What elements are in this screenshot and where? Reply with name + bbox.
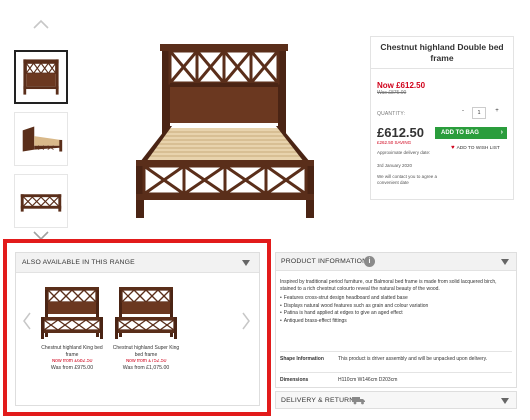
thumbnail-end-view[interactable]	[14, 174, 68, 228]
range-header[interactable]: ALSO AVAILABLE IN THIS RANGE	[16, 253, 259, 273]
thumbnail-side-view[interactable]	[14, 112, 68, 166]
add-to-bag-button[interactable]: ADD TO BAG ›	[435, 127, 507, 139]
truck-icon	[352, 396, 366, 405]
approx-delivery-label: Approximate delivery date:	[377, 150, 431, 155]
range-product-image[interactable]	[113, 285, 179, 341]
product-title: Chestnut highland Double bed frame	[380, 42, 504, 63]
contact-note: We will contact you to agree a convenien…	[377, 174, 437, 185]
delivery-date: 3rd January 2020	[377, 163, 413, 168]
product-information-header[interactable]: PRODUCT INFORMATION i	[276, 253, 516, 271]
range-product-name[interactable]: Chestnut highland King bed frame	[34, 345, 110, 358]
feature-item: Features cross-strut design headboard an…	[280, 295, 512, 303]
delivery-returns-title: DELIVERY & RETURNS	[281, 397, 360, 404]
range-product-was-price: Was from £1,075.00	[122, 365, 170, 371]
add-to-wish-list-link[interactable]: ♥ ADD TO WISH LIST	[451, 145, 500, 151]
feature-item: Patina is hand applied at edges to give …	[280, 310, 512, 318]
quantity-label: QUANTITY:	[377, 111, 406, 117]
spec-row: Shape Information This product is driver…	[280, 351, 512, 371]
saving-amount: £262.50 SAVING	[377, 140, 412, 145]
purchase-panel-header: Chestnut highland Double bed frame	[371, 37, 513, 69]
heart-icon: ♥	[451, 145, 455, 151]
chevron-down-icon[interactable]	[500, 258, 510, 266]
range-product-was-price: Was from £975.00	[50, 365, 94, 371]
feature-item: Antiqued brass-effect fittings	[280, 318, 512, 326]
range-panel: ALSO AVAILABLE IN THIS RANGE Chestnut hi…	[15, 252, 260, 406]
spec-label: Shape Information	[280, 356, 324, 362]
range-product-image[interactable]	[39, 285, 105, 341]
range-product-now-price: Now from £682.50	[51, 359, 93, 364]
thumbnail-up-chevron-icon[interactable]	[32, 18, 50, 36]
quantity-stepper: - 1 +	[457, 107, 507, 119]
quantity-decrease-button[interactable]: -	[459, 108, 467, 114]
chevron-right-icon: ›	[500, 129, 503, 136]
quantity-input[interactable]: 1	[472, 107, 486, 119]
spec-value: H110cm W146cm D203cm	[338, 377, 398, 383]
chevron-down-icon[interactable]	[241, 259, 251, 267]
product-information-title: PRODUCT INFORMATION	[281, 258, 368, 265]
description-text: Inspired by traditional period furniture…	[280, 279, 497, 292]
spec-row: Dimensions H110cm W146cm D203cm	[280, 372, 512, 387]
carousel-next-icon[interactable]	[241, 311, 251, 331]
feature-item: Displays natural wood features such as g…	[280, 303, 512, 311]
was-price: Was £875.00	[377, 90, 407, 96]
range-product-now-price: Now from £752.50	[125, 359, 167, 364]
delivery-returns-header[interactable]: DELIVERY & RETURNS	[275, 391, 517, 409]
range-product-card[interactable]: Chestnut highland Super King bed frame N…	[108, 285, 184, 371]
range-title: ALSO AVAILABLE IN THIS RANGE	[22, 259, 135, 266]
purchase-panel: Chestnut highland Double bed frame Now £…	[370, 36, 514, 200]
product-information-panel: PRODUCT INFORMATION i Inspired by tradit…	[275, 252, 517, 388]
thumbnail-strip	[10, 12, 72, 241]
carousel-prev-icon[interactable]	[22, 311, 32, 331]
product-description: Inspired by traditional period furniture…	[280, 279, 512, 325]
chevron-down-icon[interactable]	[500, 397, 510, 405]
wish-list-label: ADD TO WISH LIST	[456, 146, 500, 151]
main-product-image	[128, 42, 346, 224]
info-icon[interactable]: i	[364, 256, 375, 267]
thumbnail-front-view[interactable]	[14, 50, 68, 104]
current-price: £612.50	[377, 125, 424, 140]
range-product-card[interactable]: Chestnut highland King bed frame Now fro…	[34, 285, 110, 371]
add-to-bag-label: ADD TO BAG	[441, 130, 479, 136]
feature-list: Features cross-strut design headboard an…	[280, 295, 512, 325]
spec-label: Dimensions	[280, 377, 309, 383]
spec-value: This product is driver assembly and will…	[338, 356, 488, 362]
range-product-name[interactable]: Chestnut highland Super King bed frame	[108, 345, 184, 358]
now-price: Now £612.50	[377, 81, 426, 90]
quantity-increase-button[interactable]: +	[493, 108, 501, 114]
